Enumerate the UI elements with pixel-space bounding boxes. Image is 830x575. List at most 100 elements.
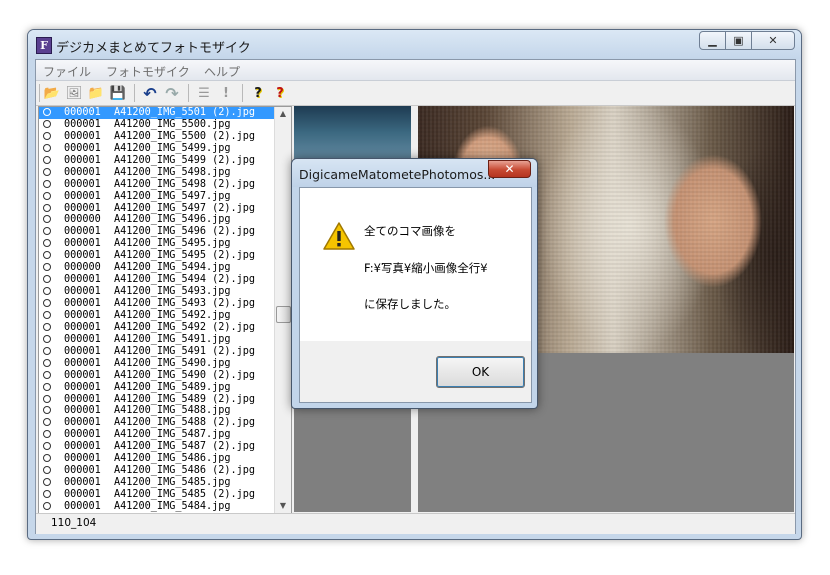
list-item[interactable]: 000001 A41200_IMG_5491 (2).jpg <box>39 346 275 358</box>
undo-icon[interactable]: ↶ <box>142 84 158 103</box>
radio-icon[interactable] <box>43 203 51 212</box>
radio-icon[interactable] <box>43 131 51 140</box>
radio-icon[interactable] <box>43 275 51 284</box>
close-button[interactable]: ✕ <box>751 31 795 50</box>
list-item[interactable]: 000001 A41200_IMG_5495.jpg <box>39 238 275 250</box>
radio-icon[interactable] <box>43 167 51 176</box>
list-item[interactable]: 000001 A41200_IMG_5493.jpg <box>39 286 275 298</box>
list-item[interactable]: 000001 A41200_IMG_5487.jpg <box>39 429 275 441</box>
list-item[interactable]: 000001 A41200_IMG_5491.jpg <box>39 334 275 346</box>
list-item-count: 000001 <box>64 238 101 250</box>
radio-icon[interactable] <box>43 430 51 439</box>
exclamation-icon[interactable]: ! <box>218 85 234 101</box>
list-item[interactable]: 000001 A41200_IMG_5495 (2).jpg <box>39 250 275 262</box>
list-item[interactable]: 000001 A41200_IMG_5492 (2).jpg <box>39 322 275 334</box>
list-item[interactable]: 000001 A41200_IMG_5488.jpg <box>39 405 275 417</box>
dialog-close-button[interactable]: ✕ <box>488 160 531 178</box>
radio-icon[interactable] <box>43 119 51 128</box>
maximize-button[interactable]: ▣ <box>725 31 752 50</box>
list-item[interactable]: 000001 A41200_IMG_5492.jpg <box>39 310 275 322</box>
open-image-icon[interactable]: 🖼 <box>66 85 83 101</box>
radio-icon[interactable] <box>43 155 51 164</box>
context-help-icon[interactable]: ? <box>272 85 288 101</box>
radio-icon[interactable] <box>43 418 51 427</box>
list-icon[interactable]: ☰ <box>196 85 212 101</box>
list-item[interactable]: 000000 A41200_IMG_5496.jpg <box>39 214 275 226</box>
list-item[interactable]: 000001 A41200_IMG_5488 (2).jpg <box>39 417 275 429</box>
list-item[interactable]: 000001 A41200_IMG_5497.jpg <box>39 191 275 203</box>
list-item[interactable]: 000001 A41200_IMG_5501 (2).jpg <box>39 107 275 119</box>
radio-icon[interactable] <box>43 239 51 248</box>
folder-icon[interactable]: 📁 <box>88 85 104 101</box>
redo-icon[interactable]: ↷ <box>164 84 180 103</box>
radio-icon[interactable] <box>43 227 51 236</box>
list-item-filename: A41200_IMG_5492.jpg <box>114 309 231 321</box>
list-item[interactable]: 000001 A41200_IMG_5485.jpg <box>39 477 275 489</box>
list-item[interactable]: 000001 A41200_IMG_5487 (2).jpg <box>39 441 275 453</box>
radio-icon[interactable] <box>43 478 51 487</box>
list-item[interactable]: 000001 A41200_IMG_5499 (2).jpg <box>39 155 275 167</box>
radio-icon[interactable] <box>43 358 51 367</box>
app-icon: F <box>36 37 52 54</box>
radio-icon[interactable] <box>43 287 51 296</box>
list-item[interactable]: 000001 A41200_IMG_5484.jpg <box>39 501 275 513</box>
radio-icon[interactable] <box>43 490 51 498</box>
menu-help[interactable]: ヘルプ <box>204 63 240 80</box>
help-icon[interactable]: ? <box>250 85 266 101</box>
radio-icon[interactable] <box>43 179 51 188</box>
list-item[interactable]: 000001 A41200_IMG_5500 (2).jpg <box>39 131 275 143</box>
radio-icon[interactable] <box>43 346 51 355</box>
radio-icon[interactable] <box>43 501 51 510</box>
radio-icon[interactable] <box>43 263 51 272</box>
radio-icon[interactable] <box>43 299 51 307</box>
open-folder-icon[interactable]: 📂 <box>44 85 60 101</box>
scroll-thumb[interactable] <box>276 306 291 323</box>
save-icon[interactable]: 💾 <box>110 85 126 101</box>
radio-icon[interactable] <box>43 108 51 116</box>
radio-icon[interactable] <box>43 334 51 343</box>
list-item[interactable]: 000001 A41200_IMG_5489.jpg <box>39 382 275 394</box>
list-item[interactable]: 000001 A41200_IMG_5493 (2).jpg <box>39 298 275 310</box>
menu-photomosaic[interactable]: フォトモザイク <box>106 63 190 80</box>
list-item[interactable]: 000001 A41200_IMG_5497 (2).jpg <box>39 203 275 215</box>
list-item[interactable]: 000001 A41200_IMG_5498 (2).jpg <box>39 179 275 191</box>
radio-icon[interactable] <box>43 322 51 331</box>
list-item[interactable]: 000000 A41200_IMG_5494.jpg <box>39 262 275 274</box>
file-list-scrollbar[interactable]: ▲ ▼ <box>274 107 291 513</box>
dialog-title-bar[interactable]: DigicameMatometePhotomos... ✕ <box>292 159 537 187</box>
radio-icon[interactable] <box>43 406 51 415</box>
radio-icon[interactable] <box>43 442 51 451</box>
list-item-count: 000001 <box>64 202 101 214</box>
list-item[interactable]: 000001 A41200_IMG_5485 (2).jpg <box>39 489 275 501</box>
list-item[interactable]: 000001 A41200_IMG_5499.jpg <box>39 143 275 155</box>
ok-button[interactable]: OK <box>436 356 525 388</box>
list-item[interactable]: 000001 A41200_IMG_5498.jpg <box>39 167 275 179</box>
minimize-button[interactable]: ▁ <box>699 31 726 50</box>
scroll-down-icon[interactable]: ▼ <box>275 499 291 513</box>
list-item[interactable]: 000001 A41200_IMG_5494 (2).jpg <box>39 274 275 286</box>
radio-icon[interactable] <box>43 394 51 403</box>
radio-icon[interactable] <box>43 454 51 463</box>
radio-icon[interactable] <box>43 215 51 224</box>
list-item-count: 000001 <box>64 190 101 202</box>
radio-icon[interactable] <box>43 382 51 391</box>
list-item[interactable]: 000001 A41200_IMG_5496 (2).jpg <box>39 226 275 238</box>
radio-icon[interactable] <box>43 310 51 319</box>
menu-file[interactable]: ファイル <box>43 63 91 80</box>
list-item[interactable]: 000001 A41200_IMG_5490 (2).jpg <box>39 370 275 382</box>
list-item[interactable]: 000001 A41200_IMG_5500.jpg <box>39 119 275 131</box>
radio-icon[interactable] <box>43 466 51 475</box>
list-item[interactable]: 000001 A41200_IMG_5486 (2).jpg <box>39 465 275 477</box>
radio-icon[interactable] <box>43 191 51 200</box>
radio-icon[interactable] <box>43 370 51 379</box>
list-item-filename: A41200_IMG_5501 (2).jpg <box>114 107 256 118</box>
radio-icon[interactable] <box>43 143 51 152</box>
list-item[interactable]: 000001 A41200_IMG_5486.jpg <box>39 453 275 465</box>
list-item[interactable]: 000001 A41200_IMG_5489 (2).jpg <box>39 394 275 406</box>
list-item[interactable]: 000001 A41200_IMG_5490.jpg <box>39 358 275 370</box>
file-list[interactable]: 000001 A41200_IMG_5501 (2).jpg 000001 A4120… <box>38 106 292 514</box>
scroll-up-icon[interactable]: ▲ <box>275 107 291 121</box>
minimize-icon: ▁ <box>708 34 717 47</box>
title-bar[interactable]: F デジカメまとめてフォトモザイク ▁ ▣ ✕ <box>28 30 801 59</box>
radio-icon[interactable] <box>43 251 51 260</box>
